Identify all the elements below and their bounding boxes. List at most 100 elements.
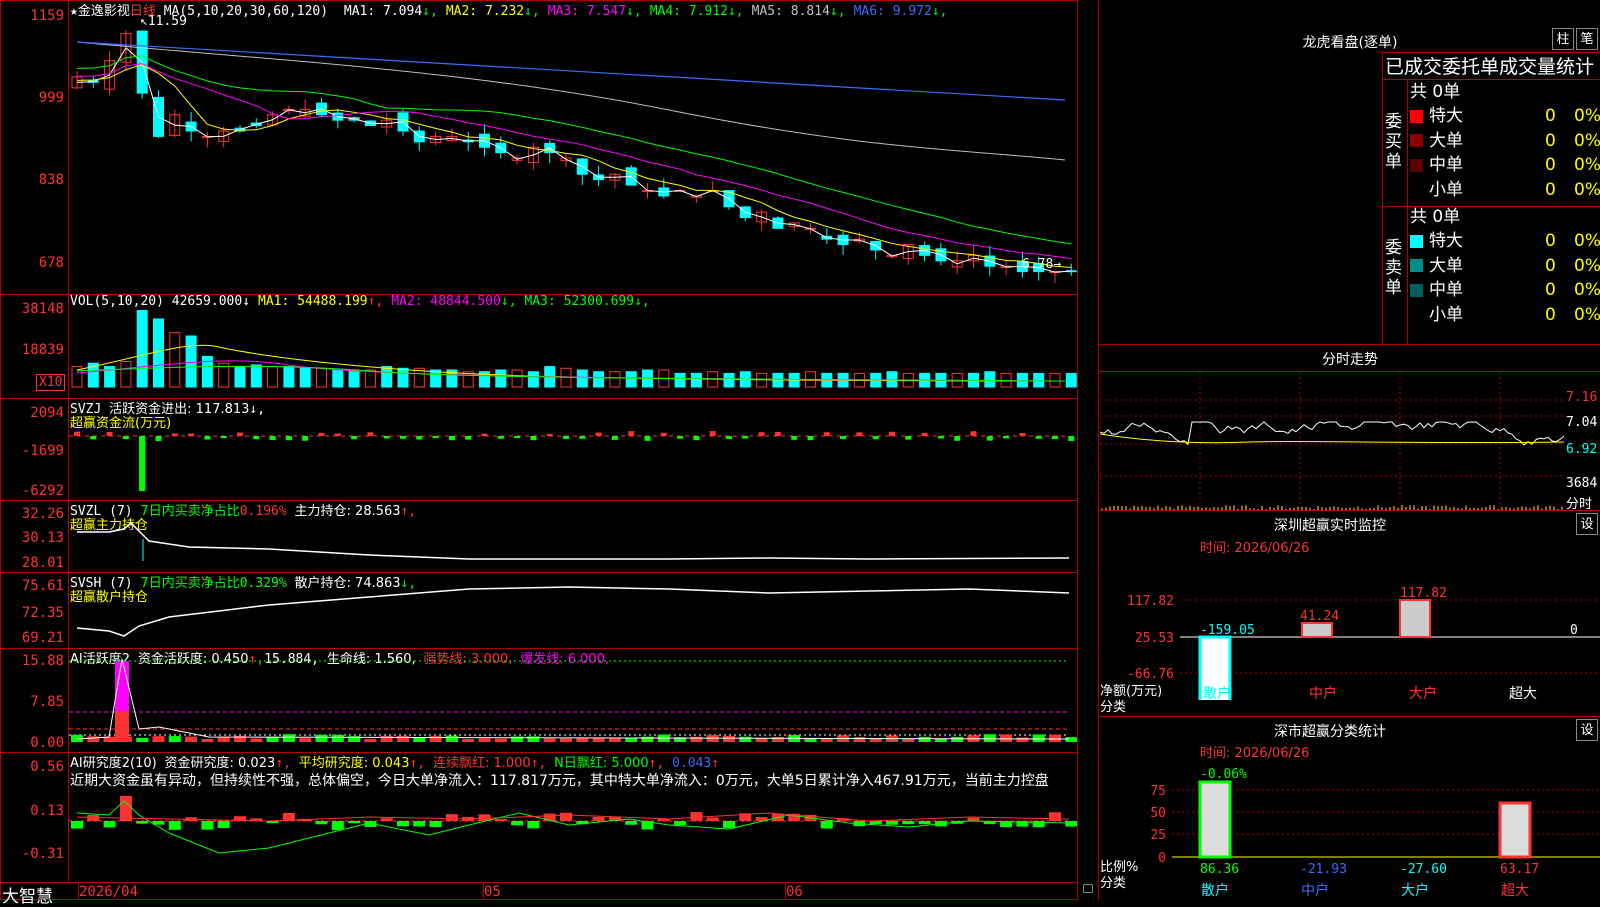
volume-bar (430, 369, 442, 388)
svzj-axis-1: 2094 (30, 405, 64, 421)
monitor-divider (1099, 510, 1600, 511)
flow-bar (220, 436, 227, 439)
kline-chart[interactable] (69, 0, 1077, 294)
monitor-value: -159.05 (1200, 623, 1255, 638)
volume-bar (527, 371, 539, 388)
flow-bar (106, 431, 113, 436)
research-bar (674, 821, 687, 826)
flow-bar (921, 432, 928, 436)
activity-spike-base (115, 711, 129, 742)
ma4-line (76, 55, 1072, 245)
research-bar (136, 821, 149, 824)
activity-bar (136, 737, 149, 742)
flow-bar (155, 436, 162, 441)
monitor-chart[interactable]: 117.8225.53-66.76-159.05-159.0541.24117.… (1100, 560, 1600, 700)
research-bar (315, 821, 328, 825)
volume-bar (723, 372, 735, 388)
kline-axis-2: 999 (38, 90, 64, 106)
research-bar (918, 821, 931, 825)
classify-settings-button[interactable]: 设 (1576, 719, 1598, 741)
tick-mode-button[interactable]: 笔 (1576, 28, 1598, 50)
flow-bar (889, 431, 895, 436)
flow-bar (204, 436, 211, 440)
monitor-value: 117.82 (1400, 586, 1447, 601)
activity-bar (918, 736, 931, 742)
research-bar (201, 821, 214, 830)
flow-bar (383, 436, 390, 439)
volume-bar (1049, 372, 1061, 388)
classify-divider (1099, 716, 1600, 717)
monitor-category-label: 大户 (1409, 685, 1437, 700)
volume-bar (690, 372, 702, 388)
volume-bar (136, 310, 148, 388)
svsh-chart[interactable] (69, 573, 1077, 648)
vol-chart[interactable] (69, 295, 1077, 398)
vol-unit-button[interactable]: X10 (36, 374, 66, 391)
flow-bar (448, 436, 455, 441)
flow-bar (432, 436, 439, 439)
flow-bar (416, 436, 423, 440)
flow-bar (611, 436, 618, 440)
classify-chart[interactable]: 75 50 25 0 -0.06% 86.36 -21.93 -27.60 63.17 散户 中户 大… (1100, 760, 1600, 900)
lock-icon[interactable] (1083, 884, 1093, 893)
order-row-count: 0 (1545, 106, 1556, 126)
buy-side-label: 委买单 (1385, 112, 1402, 172)
research-bar (348, 821, 361, 824)
date-tick (78, 882, 79, 900)
ai-active-axis-2: 7.85 (30, 694, 64, 710)
super-ratio-bar (1498, 801, 1532, 859)
classify-value: -27.60 (1400, 862, 1447, 877)
monitor-title: 深圳超赢实时监控 (1274, 518, 1386, 534)
flow-bar (628, 431, 635, 436)
longhu-title: 龙虎看盘(逐单) (1302, 35, 1398, 51)
order-row-label: 特大 (1429, 106, 1463, 126)
order-row-label: 小单 (1429, 179, 1463, 200)
ai-research-chart[interactable] (69, 753, 1077, 882)
color-swatch (1410, 134, 1423, 147)
activity-bar (934, 738, 947, 742)
volume-bar (185, 335, 197, 388)
color-swatch (1410, 259, 1423, 272)
svzl-chart[interactable] (69, 501, 1077, 572)
research-bar (429, 821, 442, 827)
monitor-x-label: 分类 (1100, 700, 1127, 715)
research-red-line (76, 812, 1070, 822)
color-swatch (1410, 109, 1423, 123)
flow-bar (253, 436, 260, 440)
intraday-chart[interactable] (1100, 372, 1564, 510)
monitor-settings-button[interactable]: 设 (1576, 513, 1598, 535)
svzl-axis-1: 32.26 (21, 506, 64, 522)
color-swatch (1410, 283, 1423, 297)
research-bar (820, 821, 833, 829)
svzj-chart[interactable] (69, 399, 1077, 500)
flow-bar (546, 433, 553, 436)
flow-bar (1068, 436, 1075, 441)
research-bar (71, 821, 83, 829)
activity-bar (543, 738, 556, 742)
activity-bar (723, 735, 735, 742)
high-price-label: ↖11.59 (140, 14, 187, 29)
bar-mode-button[interactable]: 柱 (1552, 28, 1574, 50)
research-bar (560, 812, 572, 821)
order-row-pct: 0% (1574, 130, 1600, 151)
volume-bar (495, 369, 507, 388)
order-row-count: 0 (1545, 280, 1556, 300)
buy-total: 共 0单 (1410, 82, 1461, 102)
classify-x-label: 分类 (1100, 876, 1127, 891)
activity-line (76, 658, 1070, 740)
activity-bar (1049, 734, 1061, 742)
brand-label: 大智慧 (2, 887, 53, 907)
color-swatch (1410, 234, 1423, 248)
date-tick (785, 882, 786, 900)
activity-bar (168, 736, 181, 742)
flow-bar (351, 436, 358, 440)
right-panel-divider (1098, 0, 1099, 900)
date-tick (483, 882, 484, 900)
intraday-vol-value: 3684 (1566, 476, 1598, 491)
order-row-label: 中单 (1429, 155, 1463, 175)
activity-bar (771, 736, 784, 742)
kline-axis-3: 838 (38, 172, 64, 188)
volume-bar (1065, 372, 1077, 388)
ai-active-chart[interactable] (69, 649, 1077, 752)
activity-bar (413, 737, 426, 742)
